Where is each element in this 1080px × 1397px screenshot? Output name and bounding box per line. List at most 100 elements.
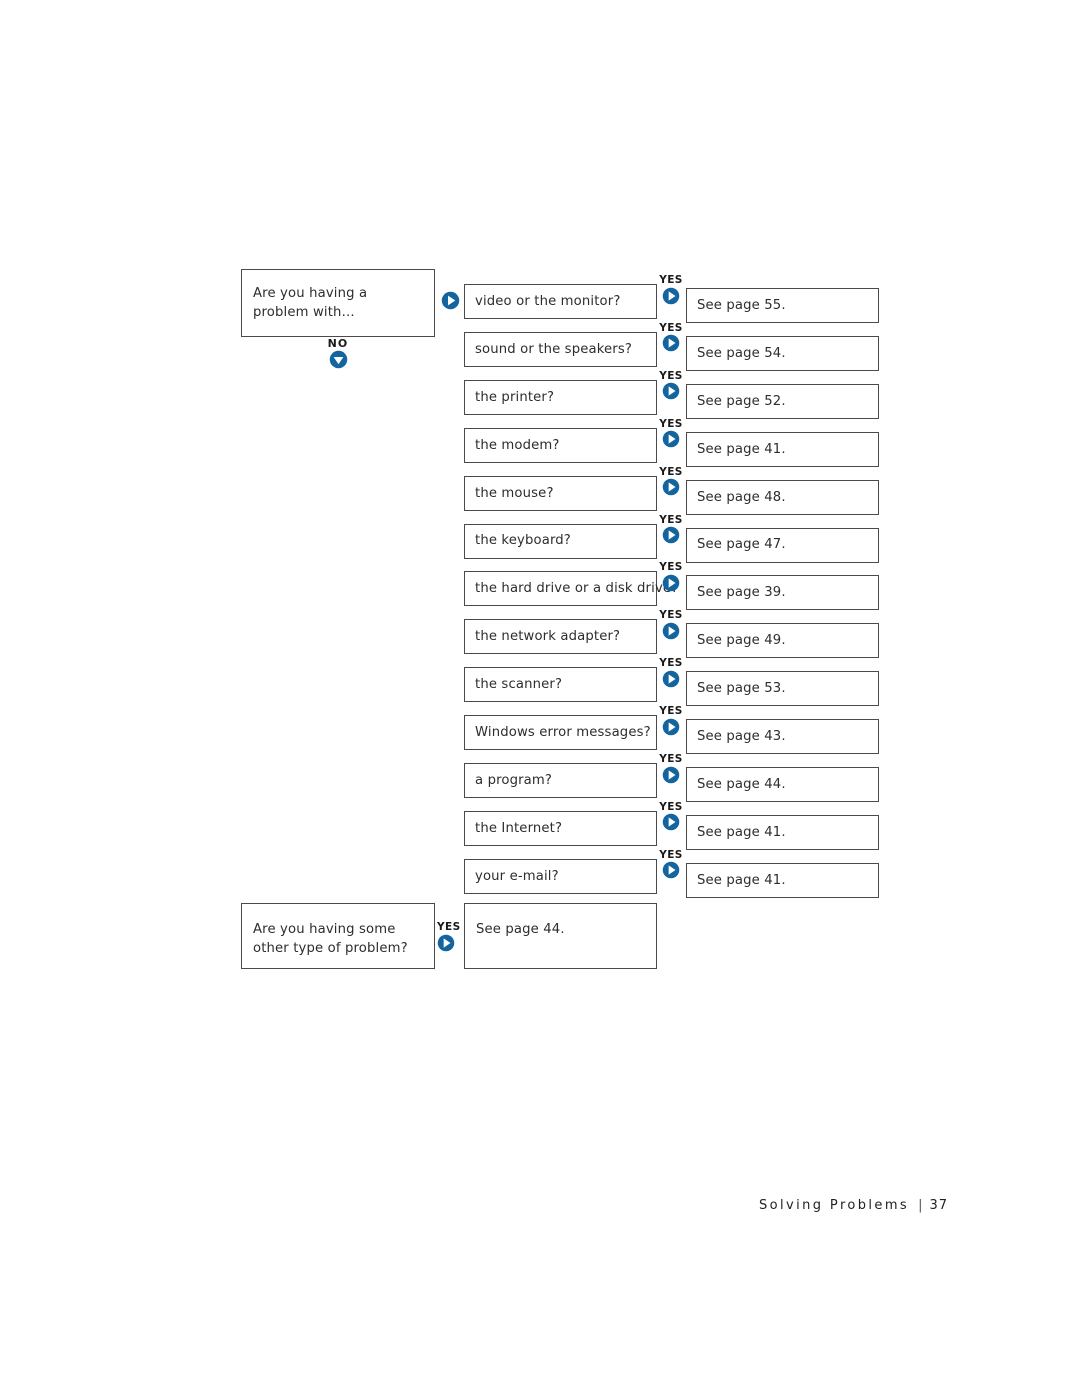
yes-branch-label: YES xyxy=(659,848,683,861)
circle-arrow-right-icon xyxy=(662,574,680,592)
answer-box: See page 41. xyxy=(686,431,879,467)
yes-branch: YES xyxy=(658,467,684,497)
question-label: your e-mail? xyxy=(475,868,559,884)
circle-arrow-right-icon xyxy=(662,718,680,735)
circle-arrow-right-icon xyxy=(662,526,680,544)
circle-arrow-right-icon xyxy=(662,430,680,448)
circle-arrow-right-icon xyxy=(441,291,460,310)
answer-box: See page 41. xyxy=(686,814,879,850)
circle-arrow-right-icon xyxy=(662,766,680,783)
question-box: sound or the speakers? xyxy=(464,331,657,367)
answer-box: See page 39. xyxy=(686,575,879,611)
answer-box: See page 53. xyxy=(686,671,879,707)
question-label: the Internet? xyxy=(475,820,563,836)
question-box: the mouse? xyxy=(464,475,657,511)
yes-branch: YES xyxy=(658,610,684,640)
answer-box: See page 48. xyxy=(686,479,879,515)
circle-arrow-right-icon xyxy=(437,934,455,952)
question-box: the Internet? xyxy=(464,810,657,846)
answer-label: See page 49. xyxy=(697,633,786,649)
question-box: a program? xyxy=(464,763,657,798)
yes-branch-label: YES xyxy=(659,321,683,334)
answer-box: See page 47. xyxy=(686,527,879,563)
circle-arrow-right-icon xyxy=(662,814,680,831)
question-label: video or the monitor? xyxy=(475,293,621,309)
footer-page-number: 37 xyxy=(929,1198,948,1213)
yes-branch: YES xyxy=(658,706,684,736)
yes-branch-label: YES xyxy=(437,921,461,933)
answer-label: See page 54. xyxy=(697,345,786,361)
troubleshooting-flowchart: Are you having a problem with… NO video … xyxy=(0,0,1080,1000)
circle-arrow-right-icon xyxy=(662,287,680,304)
question-box: the scanner? xyxy=(464,667,657,703)
yes-branch-label: YES xyxy=(659,705,683,718)
other-problem-question-box: Are you having some other type of proble… xyxy=(241,903,435,969)
answer-label: See page 52. xyxy=(697,393,786,409)
yes-branch: YES xyxy=(658,419,684,449)
flow-row: your e-mail? YES See page 41. xyxy=(0,0,1080,898)
answer-box: See page 55. xyxy=(686,288,879,323)
yes-branch: YES xyxy=(658,371,684,401)
yes-branch: YES xyxy=(658,275,684,305)
question-label: the network adapter? xyxy=(475,629,621,645)
page-footer: Solving Problems | 37 xyxy=(0,1198,948,1213)
yes-branch-label: YES xyxy=(659,609,683,622)
question-label: the mouse? xyxy=(475,485,554,501)
answer-label: See page 47. xyxy=(697,537,786,553)
question-box: Windows error messages? xyxy=(464,715,657,751)
yes-branch: YES xyxy=(658,850,684,880)
question-box: the keyboard? xyxy=(464,523,657,559)
question-label: sound or the speakers? xyxy=(475,341,633,357)
yes-branch-label: YES xyxy=(659,657,683,670)
question-label: Windows error messages? xyxy=(475,725,651,741)
circle-arrow-right-icon xyxy=(662,478,680,496)
other-problem-yes-branch: YES xyxy=(437,915,461,952)
root-question-box: Are you having a problem with… xyxy=(241,269,435,337)
other-problem-answer-label: See page 44. xyxy=(476,922,565,937)
question-box: the modem? xyxy=(464,427,657,463)
circle-arrow-down-icon xyxy=(329,350,347,369)
circle-arrow-right-icon xyxy=(662,622,680,640)
answer-label: See page 44. xyxy=(697,776,786,792)
question-label: a program? xyxy=(475,772,553,788)
yes-branch: YES xyxy=(658,323,684,353)
yes-branch: YES xyxy=(658,658,684,688)
question-box: video or the monitor? xyxy=(464,284,657,319)
yes-branch-label: YES xyxy=(659,561,683,574)
question-label: the printer? xyxy=(475,389,555,405)
circle-arrow-right-icon xyxy=(662,383,680,400)
yes-branch-label: YES xyxy=(659,753,683,765)
question-label: the keyboard? xyxy=(475,533,571,549)
answer-box: See page 43. xyxy=(686,719,879,755)
yes-branch: YES xyxy=(658,802,684,832)
answer-box: See page 44. xyxy=(686,767,879,802)
question-box: the printer? xyxy=(464,379,657,415)
answer-box: See page 54. xyxy=(686,335,879,371)
yes-branch-label: YES xyxy=(659,369,683,382)
yes-branch-label: YES xyxy=(659,417,683,430)
question-box: the network adapter? xyxy=(464,619,657,655)
question-label: the hard drive or a disk drive? xyxy=(475,581,679,597)
yes-branch: YES xyxy=(658,513,684,545)
root-question-label: Are you having a problem with… xyxy=(253,286,368,321)
no-branch-label: NO xyxy=(327,337,349,350)
answer-label: See page 41. xyxy=(697,872,786,888)
question-box: your e-mail? xyxy=(464,858,657,894)
yes-branch: YES xyxy=(658,754,684,784)
yes-branch: YES xyxy=(658,562,684,592)
question-label: the modem? xyxy=(475,437,560,453)
answer-label: See page 41. xyxy=(697,824,786,840)
other-problem-answer-box: See page 44. xyxy=(464,903,657,969)
other-problem-question-label: Are you having some other type of proble… xyxy=(253,922,408,957)
yes-branch-label: YES xyxy=(659,465,683,478)
circle-arrow-right-icon xyxy=(662,670,680,687)
yes-branch-label: YES xyxy=(659,513,683,526)
answer-label: See page 55. xyxy=(697,297,786,313)
yes-branch-label: YES xyxy=(659,800,683,813)
answer-box: See page 49. xyxy=(686,623,879,659)
answer-label: See page 53. xyxy=(697,681,786,697)
yes-branch-label: YES xyxy=(659,274,683,286)
circle-arrow-right-icon xyxy=(662,862,680,879)
answer-box: See page 52. xyxy=(686,383,879,419)
answer-label: See page 41. xyxy=(697,441,786,457)
